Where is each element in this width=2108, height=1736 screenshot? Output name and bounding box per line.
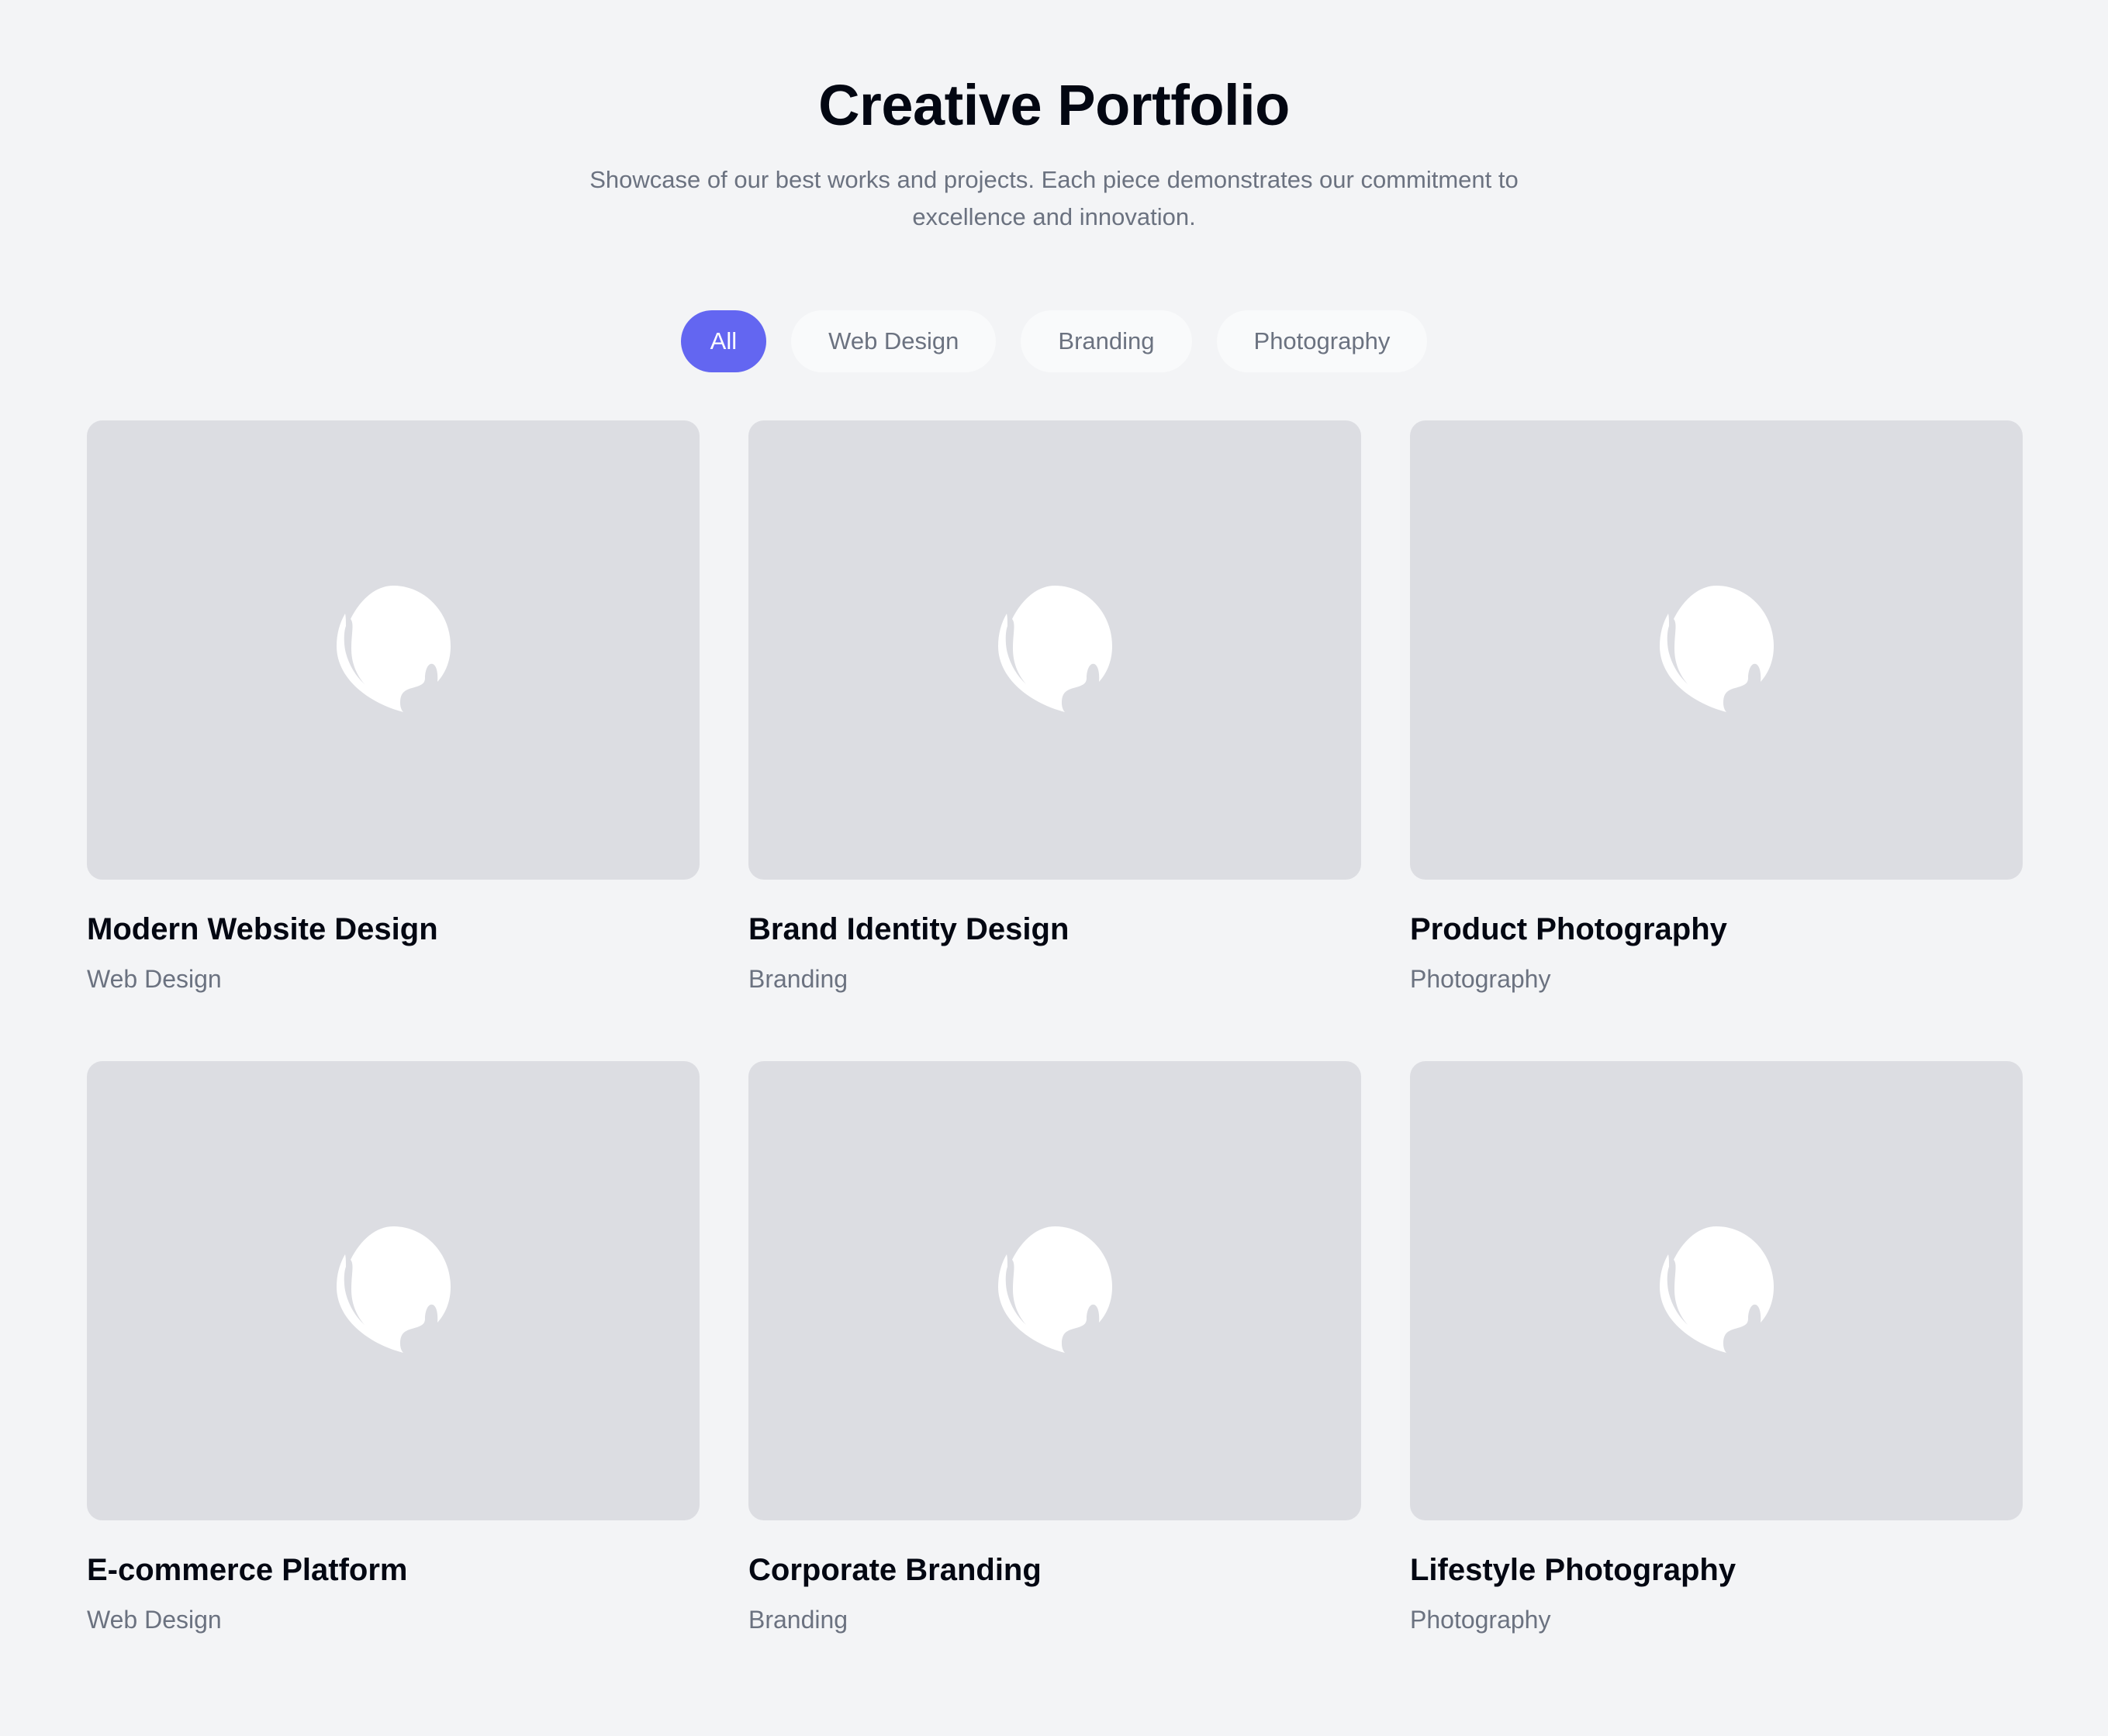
project-card[interactable]: Modern Website Design Web Design bbox=[87, 420, 700, 996]
page-title: Creative Portfolio bbox=[818, 73, 1290, 137]
image-placeholder-icon bbox=[335, 584, 451, 716]
page-header: Creative Portfolio Showcase of our best … bbox=[0, 0, 2108, 236]
project-title[interactable]: Modern Website Design bbox=[87, 909, 700, 949]
filter-branding-button[interactable]: Branding bbox=[1021, 310, 1192, 372]
project-card[interactable]: Product Photography Photography bbox=[1410, 420, 2023, 996]
project-title[interactable]: E-commerce Platform bbox=[87, 1550, 700, 1590]
image-placeholder-icon bbox=[997, 1225, 1113, 1357]
project-thumbnail[interactable] bbox=[87, 420, 700, 880]
project-card[interactable]: E-commerce Platform Web Design bbox=[87, 1061, 700, 1637]
image-placeholder-icon bbox=[335, 1225, 451, 1357]
filter-bar: All Web Design Branding Photography bbox=[0, 310, 2108, 372]
project-card[interactable]: Corporate Branding Branding bbox=[748, 1061, 1361, 1637]
project-thumbnail[interactable] bbox=[87, 1061, 700, 1520]
page-subtitle: Showcase of our best works and projects.… bbox=[589, 166, 1519, 230]
filter-all-button[interactable]: All bbox=[680, 310, 767, 372]
project-title[interactable]: Corporate Branding bbox=[748, 1550, 1361, 1590]
project-card[interactable]: Brand Identity Design Branding bbox=[748, 420, 1361, 996]
image-placeholder-icon bbox=[997, 584, 1113, 716]
project-thumbnail[interactable] bbox=[1410, 420, 2023, 880]
project-category: Photography bbox=[1410, 1606, 1551, 1634]
image-placeholder-icon bbox=[1658, 584, 1775, 716]
project-title[interactable]: Lifestyle Photography bbox=[1410, 1550, 2023, 1590]
project-thumbnail[interactable] bbox=[748, 420, 1361, 880]
filter-web-design-button[interactable]: Web Design bbox=[791, 310, 997, 372]
project-card[interactable]: Lifestyle Photography Photography bbox=[1410, 1061, 2023, 1637]
project-title[interactable]: Product Photography bbox=[1410, 909, 2023, 949]
project-thumbnail[interactable] bbox=[1410, 1061, 2023, 1520]
project-title[interactable]: Brand Identity Design bbox=[748, 909, 1361, 949]
image-placeholder-icon bbox=[1658, 1225, 1775, 1357]
project-category: Web Design bbox=[87, 1606, 222, 1634]
project-category: Web Design bbox=[87, 965, 222, 993]
filter-photography-button[interactable]: Photography bbox=[1216, 310, 1428, 372]
portfolio-grid: Modern Website Design Web Design Brand I… bbox=[87, 420, 2023, 1637]
project-category: Branding bbox=[748, 965, 848, 993]
project-category: Photography bbox=[1410, 965, 1551, 993]
project-category: Branding bbox=[748, 1606, 848, 1634]
project-thumbnail[interactable] bbox=[748, 1061, 1361, 1520]
